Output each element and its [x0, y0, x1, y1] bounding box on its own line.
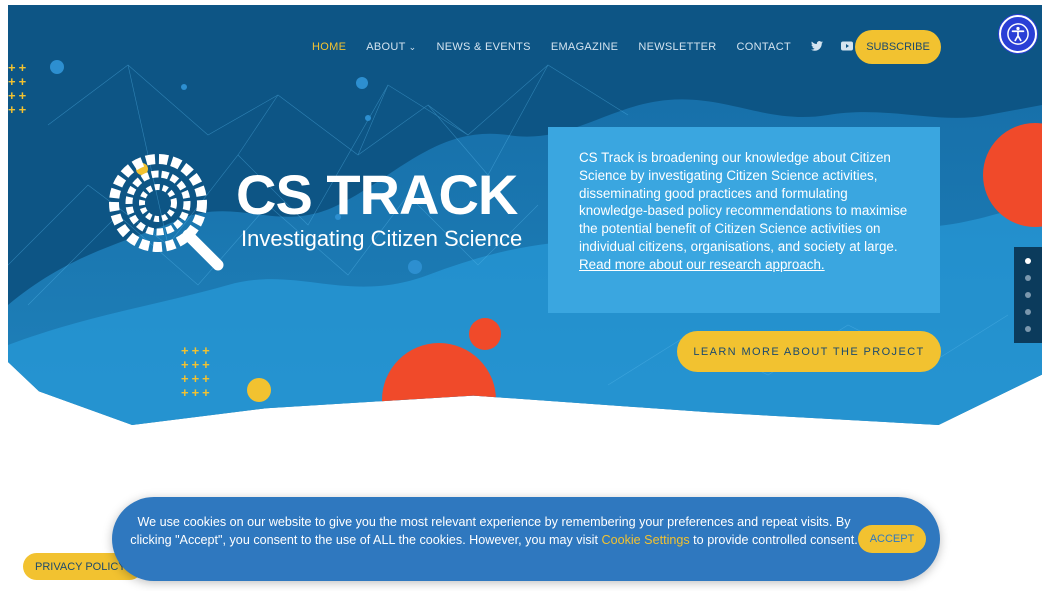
- cookie-banner: We use cookies on our website to give yo…: [112, 497, 940, 581]
- slider-dot[interactable]: [1025, 325, 1031, 332]
- nav-emagazine[interactable]: EMAGAZINE: [551, 41, 619, 53]
- cookie-message: We use cookies on our website to give yo…: [128, 513, 860, 549]
- main-nav: HOME ABOUT ⌄ NEWS & EVENTS EMAGAZINE NEWS…: [312, 36, 871, 58]
- accept-button[interactable]: ACCEPT: [858, 525, 926, 553]
- decor-plus-grid: ++ ++ ++ ++: [8, 60, 30, 117]
- slider-dot[interactable]: [1025, 291, 1031, 298]
- slider-dots: [1014, 247, 1042, 343]
- nav-home[interactable]: HOME: [312, 41, 346, 53]
- youtube-icon[interactable]: [840, 41, 853, 54]
- cookie-settings-link[interactable]: Cookie Settings: [601, 533, 689, 547]
- nav-newsletter[interactable]: NEWSLETTER: [638, 41, 716, 53]
- subscribe-button[interactable]: SUBSCRIBE: [855, 30, 941, 64]
- nav-about-label: ABOUT: [366, 41, 406, 53]
- logo-title: CS TRACK: [236, 163, 518, 226]
- twitter-icon[interactable]: [810, 40, 823, 54]
- research-approach-link[interactable]: Read more about our research approach.: [579, 257, 825, 272]
- project-info-box: CS Track is broadening our knowledge abo…: [548, 127, 940, 313]
- nav-about[interactable]: ABOUT ⌄: [366, 41, 416, 53]
- accessibility-icon[interactable]: [999, 15, 1037, 53]
- cookie-text-after: to provide controlled consent.: [689, 533, 858, 547]
- nav-contact[interactable]: CONTACT: [737, 41, 791, 53]
- info-text: CS Track is broadening our knowledge abo…: [579, 150, 908, 254]
- slider-dot[interactable]: [1025, 258, 1031, 265]
- logo-subtitle: Investigating Citizen Science: [241, 226, 523, 251]
- learn-more-button[interactable]: LEARN MORE ABOUT THE PROJECT: [677, 331, 941, 372]
- slider-dot[interactable]: [1025, 308, 1031, 315]
- chevron-down-icon: ⌄: [408, 42, 417, 52]
- slider-dot[interactable]: [1025, 275, 1031, 282]
- decor-plus-grid: +++ +++ +++ +++: [181, 343, 213, 400]
- nav-news-events[interactable]: NEWS & EVENTS: [436, 41, 530, 53]
